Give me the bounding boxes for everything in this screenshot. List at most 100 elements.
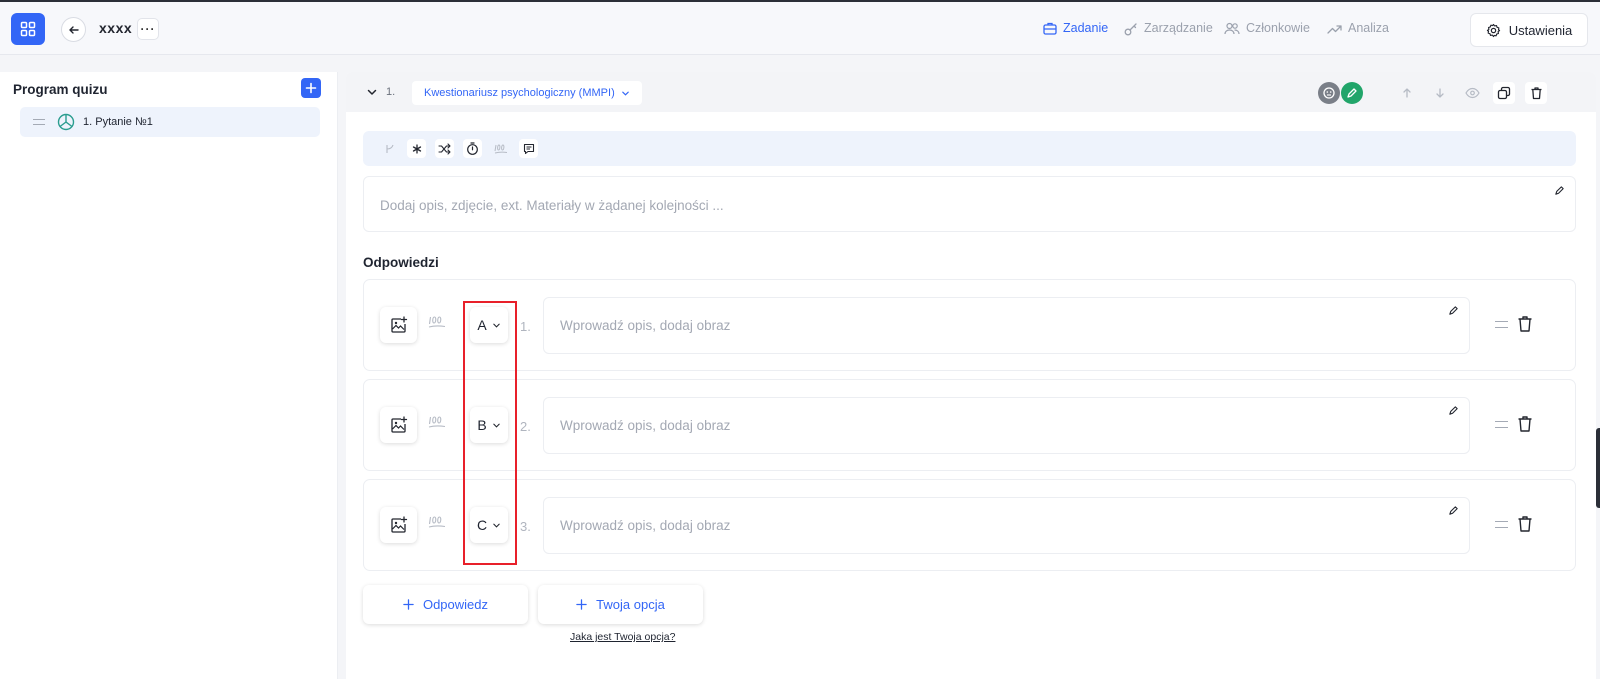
answer-text-field[interactable]: Wprowadź opis, dodaj obraz xyxy=(543,397,1470,454)
tab-czlonkowie-label: Członkowie xyxy=(1246,21,1310,35)
branch-icon xyxy=(385,144,394,153)
plus-icon xyxy=(403,599,414,610)
copy-icon xyxy=(1497,86,1511,100)
answer-row-b: B 2. Wprowadź opis, dodaj obraz xyxy=(363,379,1576,471)
image-add-icon xyxy=(390,516,407,533)
timer-icon xyxy=(467,142,478,155)
question-editor: 1. Kwestionariusz psychologiczny (MMPI) xyxy=(346,72,1596,679)
answer-row-c: C 3. Wprowadź opis, dodaj obraz xyxy=(363,479,1576,571)
settings-button[interactable]: Ustawienia xyxy=(1470,13,1588,47)
tab-analiza-label: Analiza xyxy=(1348,21,1389,35)
drag-handle-icon[interactable] xyxy=(1495,321,1508,328)
shuffle-icon xyxy=(438,142,451,155)
timer-button[interactable] xyxy=(463,139,482,158)
asterisk-icon xyxy=(412,143,421,154)
settings-label: Ustawienia xyxy=(1508,22,1573,38)
status-gray-icon[interactable] xyxy=(1318,82,1340,104)
trash-icon[interactable] xyxy=(1517,315,1533,333)
sidebar: Program quizu 1. Pytanie №1 xyxy=(0,72,338,679)
delete-question-button[interactable] xyxy=(1525,82,1547,104)
key-icon xyxy=(1124,22,1137,35)
comment-button[interactable] xyxy=(519,139,538,158)
tab-zadanie-label: Zadanie xyxy=(1063,21,1109,35)
move-up-button[interactable] xyxy=(1396,82,1418,104)
drag-handle-icon[interactable] xyxy=(1495,521,1508,528)
arrow-up-icon xyxy=(1403,88,1411,98)
tab-zarzadzanie-label: Zarządzanie xyxy=(1144,21,1213,35)
trend-icon xyxy=(1327,24,1342,34)
eye-icon xyxy=(1464,87,1480,99)
chevron-down-icon xyxy=(621,91,629,96)
apps-grid-button[interactable] xyxy=(11,13,45,45)
shuffle-button[interactable] xyxy=(435,139,454,158)
pencil-icon[interactable] xyxy=(1448,305,1459,316)
question-description-field[interactable]: Dodaj opis, zdjęcie, ext. Materiały w żą… xyxy=(363,176,1576,232)
face-icon xyxy=(1323,87,1335,99)
question-type-label: Kwestionariusz psychologiczny (MMPI) xyxy=(424,87,615,99)
gear-icon xyxy=(1486,23,1500,37)
trash-icon[interactable] xyxy=(1517,415,1533,433)
hundred-points-icon xyxy=(494,143,507,153)
answer-text-field[interactable]: Wprowadź opis, dodaj obraz xyxy=(543,297,1470,354)
tab-czlonkowie[interactable]: Członkowie xyxy=(1224,21,1310,36)
pie-chart-icon xyxy=(57,113,75,131)
branch-button[interactable] xyxy=(380,139,399,158)
hundred-points-icon[interactable] xyxy=(428,415,446,429)
more-options-button[interactable]: ··· xyxy=(137,18,159,40)
briefcase-icon xyxy=(1043,22,1057,35)
required-button[interactable] xyxy=(407,139,426,158)
answer-text-field[interactable]: Wprowadź opis, dodaj obraz xyxy=(543,497,1470,554)
pencil-icon[interactable] xyxy=(1554,185,1565,196)
add-custom-option-button[interactable]: Twoja opcja xyxy=(538,585,703,624)
answer-placeholder: Wprowadź opis, dodaj obraz xyxy=(560,318,731,333)
drag-handle-icon[interactable] xyxy=(33,119,45,125)
answers-title: Odpowiedzi xyxy=(363,255,439,270)
grid-icon xyxy=(20,21,36,37)
tab-zadanie[interactable]: Zadanie xyxy=(1043,21,1108,36)
quiz-title: xxxx xyxy=(99,20,133,36)
trash-icon[interactable] xyxy=(1517,515,1533,533)
image-add-icon xyxy=(390,316,407,333)
chevron-down-icon[interactable] xyxy=(366,86,378,98)
duplicate-button[interactable] xyxy=(1493,82,1515,104)
answer-row-a: A 1. Wprowadź opis, dodaj obraz xyxy=(363,279,1576,371)
users-icon xyxy=(1224,22,1240,35)
custom-option-help-link[interactable]: Jaka jest Twoja opcja? xyxy=(570,631,675,643)
question-header: 1. Kwestionariusz psychologiczny (MMPI) xyxy=(346,72,1596,112)
side-panel-tab[interactable] xyxy=(1596,428,1600,508)
status-green-icon[interactable] xyxy=(1341,82,1363,104)
add-image-button[interactable] xyxy=(380,307,417,343)
arrow-left-icon xyxy=(68,25,79,34)
drag-handle-icon[interactable] xyxy=(1495,421,1508,428)
image-add-icon xyxy=(390,416,407,433)
add-image-button[interactable] xyxy=(380,407,417,443)
sidebar-item-label: 1. Pytanie №1 xyxy=(83,116,153,128)
add-answer-button[interactable]: Odpowiedz xyxy=(363,585,528,624)
answer-placeholder: Wprowadź opis, dodaj obraz xyxy=(560,518,731,533)
hundred-points-icon[interactable] xyxy=(428,315,446,329)
pencil-icon[interactable] xyxy=(1448,505,1459,516)
sidebar-item-question-1[interactable]: 1. Pytanie №1 xyxy=(20,107,320,137)
answer-number: 1. xyxy=(520,319,531,334)
pencil-icon xyxy=(1347,88,1357,98)
add-image-button[interactable] xyxy=(380,507,417,543)
highlight-box xyxy=(463,301,517,565)
add-answer-label: Odpowiedz xyxy=(422,597,489,612)
answer-placeholder: Wprowadź opis, dodaj obraz xyxy=(560,418,731,433)
answer-number: 2. xyxy=(520,419,531,434)
question-toolbar xyxy=(363,131,1576,166)
pencil-icon[interactable] xyxy=(1448,405,1459,416)
answer-number: 3. xyxy=(520,519,531,534)
hundred-points-icon[interactable] xyxy=(428,515,446,529)
back-button[interactable] xyxy=(61,17,86,42)
preview-button[interactable] xyxy=(1461,82,1483,104)
question-type-select[interactable]: Kwestionariusz psychologiczny (MMPI) xyxy=(412,81,642,105)
tab-analiza[interactable]: Analiza xyxy=(1327,21,1389,36)
top-header: xxxx ··· Zadanie Zarządzanie Członkowie … xyxy=(0,2,1600,55)
arrow-down-icon xyxy=(1436,88,1444,98)
add-question-button[interactable] xyxy=(301,78,321,98)
move-down-button[interactable] xyxy=(1429,82,1451,104)
score-button[interactable] xyxy=(491,139,510,158)
description-placeholder: Dodaj opis, zdjęcie, ext. Materiały w żą… xyxy=(380,198,724,213)
tab-zarzadzanie[interactable]: Zarządzanie xyxy=(1124,21,1213,36)
